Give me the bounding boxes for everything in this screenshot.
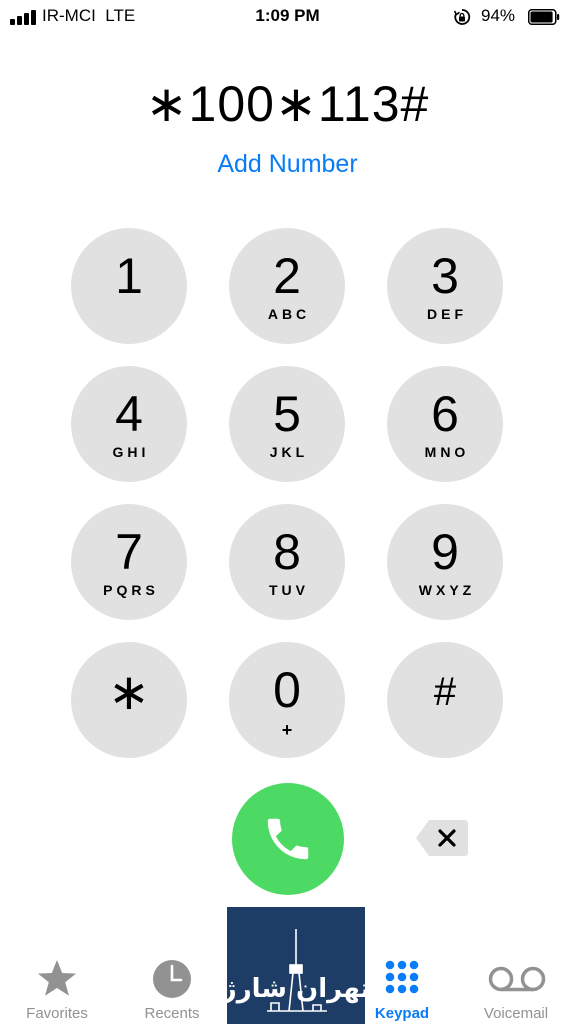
key-digit: 7	[115, 523, 143, 580]
voicemail-icon	[488, 966, 546, 992]
key-letters: JKL	[269, 443, 309, 460]
status-bar: IR-MCI LTE 1:09 PM 94%	[0, 0, 575, 34]
key-6[interactable]: 6 MNO	[387, 366, 503, 482]
key-letters: WXYZ	[418, 581, 476, 598]
key-digit: 2	[273, 247, 301, 304]
key-digit: 4	[115, 385, 143, 442]
tab-label: Keypad	[374, 1005, 430, 1022]
key-hash[interactable]: #	[387, 642, 503, 758]
tab-keypad[interactable]: Keypad	[352, 945, 452, 1024]
dialed-number: ∗100∗113#	[145, 76, 430, 132]
key-digit: 6	[431, 385, 459, 442]
phone-icon	[267, 818, 309, 860]
key-letters: DEF	[427, 305, 467, 322]
battery-percent: 94%	[481, 6, 516, 25]
tehran-sharj-logo: تهران شارژ	[220, 907, 370, 1024]
key-9[interactable]: 9 WXYZ	[387, 504, 503, 620]
call-button[interactable]	[232, 783, 344, 895]
key-letters	[443, 722, 447, 738]
key-digit: 5	[273, 385, 301, 442]
key-letters: TUV	[269, 581, 309, 598]
add-number-link[interactable]: Add Number	[0, 150, 575, 179]
key-letters	[127, 722, 131, 738]
key-digit: 1	[115, 247, 143, 304]
key-5[interactable]: 5 JKL	[229, 366, 345, 482]
key-7[interactable]: 7 PQRS	[71, 504, 187, 620]
key-digit: ∗	[108, 663, 150, 720]
key-8[interactable]: 8 TUV	[229, 504, 345, 620]
tab-label: Favorites	[26, 1005, 88, 1022]
star-icon	[38, 960, 76, 996]
key-letters	[127, 306, 131, 322]
key-letters: +	[281, 719, 293, 740]
tab-recents[interactable]: Recents	[122, 945, 222, 1024]
battery-icon	[528, 9, 560, 25]
tab-label: Recents	[144, 1005, 200, 1022]
key-1[interactable]: 1	[71, 228, 187, 344]
tab-favorites[interactable]: Favorites	[7, 945, 107, 1024]
key-letters: ABC	[267, 305, 311, 322]
key-0[interactable]: 0 +	[229, 642, 345, 758]
key-digit: 8	[273, 523, 301, 580]
key-letters: GHI	[112, 443, 150, 460]
keypad-icon	[385, 960, 419, 994]
svg-text:تهران شارژ: تهران شارژ	[227, 974, 365, 1004]
key-digit: 9	[431, 523, 459, 580]
key-letters: PQRS	[103, 581, 159, 598]
delete-backspace-icon[interactable]	[415, 818, 470, 858]
key-digit: 0	[273, 661, 301, 718]
key-2[interactable]: 2 ABC	[229, 228, 345, 344]
key-3[interactable]: 3 DEF	[387, 228, 503, 344]
key-digit: 3	[431, 247, 459, 304]
key-letters: MNO	[424, 443, 470, 460]
clock-icon	[153, 960, 191, 998]
key-4[interactable]: 4 GHI	[71, 366, 187, 482]
rotation-lock-icon	[453, 9, 471, 25]
milad-tower-logo-icon: تهران شارژ	[220, 929, 370, 1012]
tab-label: Voicemail	[483, 1005, 549, 1022]
key-digit: #	[433, 669, 457, 714]
tab-voicemail[interactable]: Voicemail	[466, 945, 566, 1024]
key-star[interactable]: ∗	[71, 642, 187, 758]
